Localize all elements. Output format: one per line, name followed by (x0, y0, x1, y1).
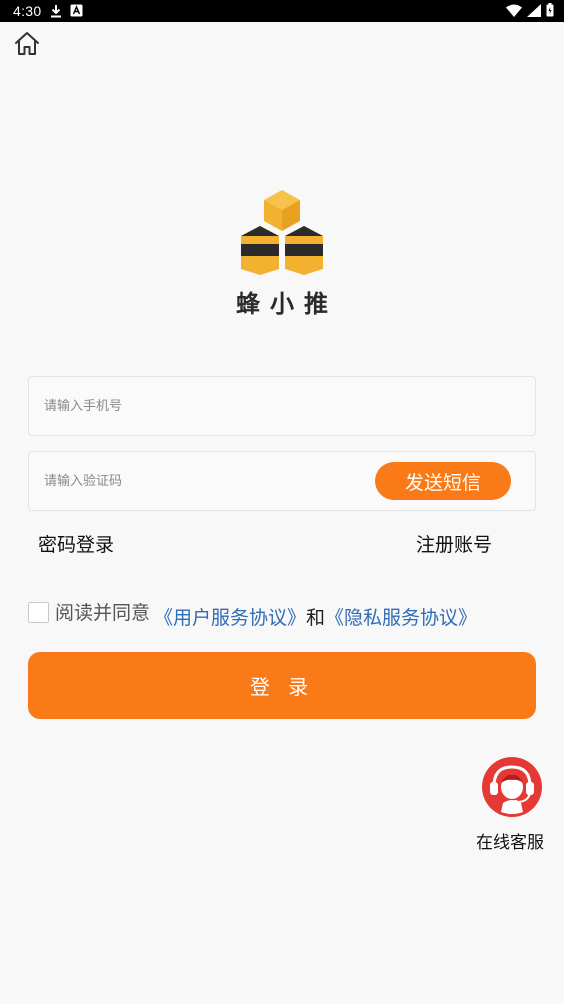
phone-field[interactable] (28, 376, 536, 436)
signal-icon (527, 3, 541, 17)
privacy-agreement-link[interactable]: 《隐私服务协议》 (325, 605, 477, 631)
password-login-link[interactable]: 密码登录 (38, 530, 114, 557)
code-field[interactable]: 发送短信 (28, 451, 536, 511)
home-icon[interactable] (13, 30, 41, 58)
download-icon (51, 5, 61, 18)
status-bar: 4:30 (0, 0, 564, 22)
customer-service-label: 在线客服 (476, 833, 544, 853)
phone-input[interactable] (44, 377, 364, 435)
app-logo (0, 186, 564, 276)
agreement-checkbox[interactable] (28, 602, 49, 623)
hive-logo-icon (241, 190, 323, 275)
agreement-row: 阅读并同意 《用户服务协议》 和 《隐私服务协议》 (28, 600, 477, 631)
agreement-and-text: 和 (306, 607, 326, 629)
user-agreement-link[interactable]: 《用户服务协议》 (154, 605, 306, 631)
brand-name: 蜂小推 (236, 290, 338, 318)
wifi-icon (506, 4, 522, 17)
agreement-prefix: 阅读并同意 (55, 602, 151, 624)
send-sms-button[interactable]: 发送短信 (375, 462, 511, 500)
login-button[interactable]: 登 录 (28, 652, 536, 719)
register-link[interactable]: 注册账号 (416, 530, 492, 557)
app-notification-icon (70, 4, 83, 17)
status-time: 4:30 (13, 3, 42, 19)
battery-icon (546, 3, 554, 17)
verification-code-input[interactable] (44, 452, 364, 510)
headset-agent-icon (482, 757, 542, 817)
